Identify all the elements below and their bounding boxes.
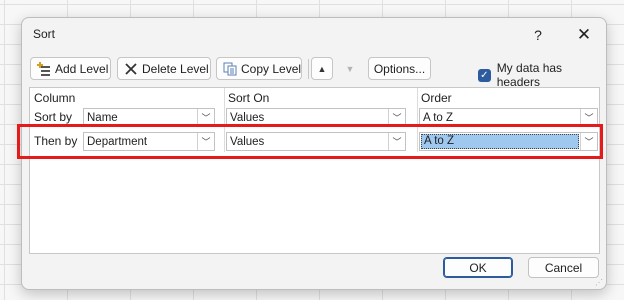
chevron-down-icon: ﹀ <box>580 109 597 126</box>
copy-icon <box>223 62 237 76</box>
close-button[interactable]: ✕ <box>573 24 595 46</box>
toolbar-divider <box>308 59 309 79</box>
delete-level-label: Delete Level <box>142 61 209 76</box>
move-down-icon: ▼ <box>345 63 355 74</box>
options-button[interactable]: Options... <box>368 57 431 80</box>
chevron-down-icon: ﹀ <box>388 109 405 126</box>
column-dropdown[interactable]: Department ﹀ <box>83 132 215 151</box>
order-dropdown[interactable]: A to Z ﹀ <box>419 132 598 151</box>
chevron-down-icon: ﹀ <box>197 133 214 150</box>
add-level-icon <box>37 61 51 76</box>
resize-grip-icon[interactable]: ⋰ <box>595 278 603 287</box>
column-header: Column <box>34 91 76 105</box>
order-value: A to Z <box>423 111 454 124</box>
row-label: Sort by <box>34 110 73 124</box>
delete-icon <box>124 62 138 76</box>
column-value: Name <box>87 111 118 124</box>
order-dropdown[interactable]: A to Z ﹀ <box>419 108 598 127</box>
move-up-button[interactable]: ▲ <box>311 57 333 80</box>
sort-dialog: Sort ? ✕ Add Level Delete Level Copy Lev… <box>21 17 607 290</box>
sort-on-dropdown[interactable]: Values ﹀ <box>226 132 406 151</box>
copy-level-button[interactable]: Copy Level <box>216 57 302 80</box>
options-label: Options... <box>373 61 426 76</box>
row-label: Then by <box>34 134 78 148</box>
order-value: A to Z <box>421 134 579 149</box>
dialog-title: Sort <box>33 27 56 41</box>
add-level-label: Add Level <box>55 61 109 76</box>
order-header: Order <box>421 91 452 105</box>
move-up-icon: ▲ <box>317 63 327 74</box>
sort-level-row[interactable]: Then by Department ﹀ Values ﹀ A to Z ﹀ <box>30 132 601 154</box>
sort-level-row[interactable]: Sort by Name ﹀ Values ﹀ A to Z ﹀ <box>30 108 601 130</box>
sort-levels-grid: Column Sort On Order Sort by Name ﹀ Valu… <box>29 87 600 254</box>
toolbar: Add Level Delete Level Copy Level ▲ ▼ Op… <box>22 57 606 89</box>
chevron-down-icon: ﹀ <box>580 133 597 150</box>
sort-on-value: Values <box>230 135 265 148</box>
chevron-down-icon: ﹀ <box>388 133 405 150</box>
copy-level-label: Copy Level <box>241 61 302 76</box>
cancel-button[interactable]: Cancel <box>528 257 599 278</box>
headers-checkbox-label: My data has headers <box>496 61 563 89</box>
checkbox-checked-icon: ✓ <box>478 68 491 82</box>
title-bar: Sort ? ✕ <box>22 18 606 52</box>
ok-button[interactable]: OK <box>443 257 513 278</box>
add-level-button[interactable]: Add Level <box>30 57 111 80</box>
my-data-has-headers-checkbox[interactable]: ✓ My data has headers <box>478 61 606 89</box>
sort-on-header: Sort On <box>228 91 270 105</box>
move-down-button[interactable]: ▼ <box>339 57 361 80</box>
column-value: Department <box>87 135 148 148</box>
sort-on-dropdown[interactable]: Values ﹀ <box>226 108 406 127</box>
help-button[interactable]: ? <box>528 25 548 45</box>
column-dropdown[interactable]: Name ﹀ <box>83 108 215 127</box>
sort-on-value: Values <box>230 111 265 124</box>
chevron-down-icon: ﹀ <box>197 109 214 126</box>
delete-level-button[interactable]: Delete Level <box>117 57 211 80</box>
